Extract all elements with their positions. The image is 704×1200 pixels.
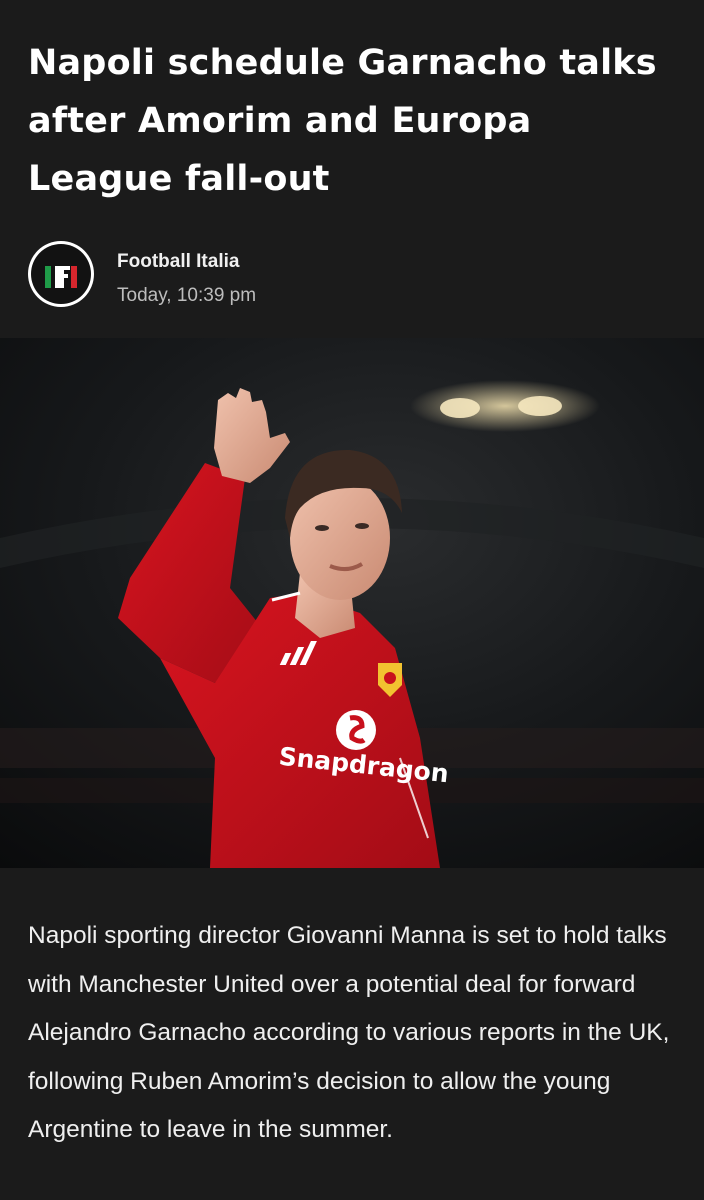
logo-white-f-bar — [55, 266, 64, 288]
logo-f-mid — [64, 274, 68, 278]
article-headline: Napoli schedule Garnacho talks after Amo… — [28, 43, 657, 199]
logo-red-bar — [71, 266, 77, 288]
source-row[interactable]: Football Italia Today, 10:39 pm — [28, 241, 668, 313]
publish-time: Today, 10:39 pm — [117, 285, 257, 306]
article-body: Napoli sporting director Giovanni Manna … — [28, 922, 670, 1143]
source-name[interactable]: Football Italia — [117, 251, 239, 273]
logo-badge — [31, 244, 91, 304]
football-italia-logo[interactable] — [28, 241, 94, 307]
player-waving-photo: Snapdragon — [0, 338, 704, 868]
article-header: Napoli schedule Garnacho talks after Amo… — [0, 0, 704, 338]
logo-green-bar — [45, 266, 51, 288]
article-photo: Snapdragon — [0, 338, 704, 868]
logo-f-arm — [64, 266, 70, 270]
